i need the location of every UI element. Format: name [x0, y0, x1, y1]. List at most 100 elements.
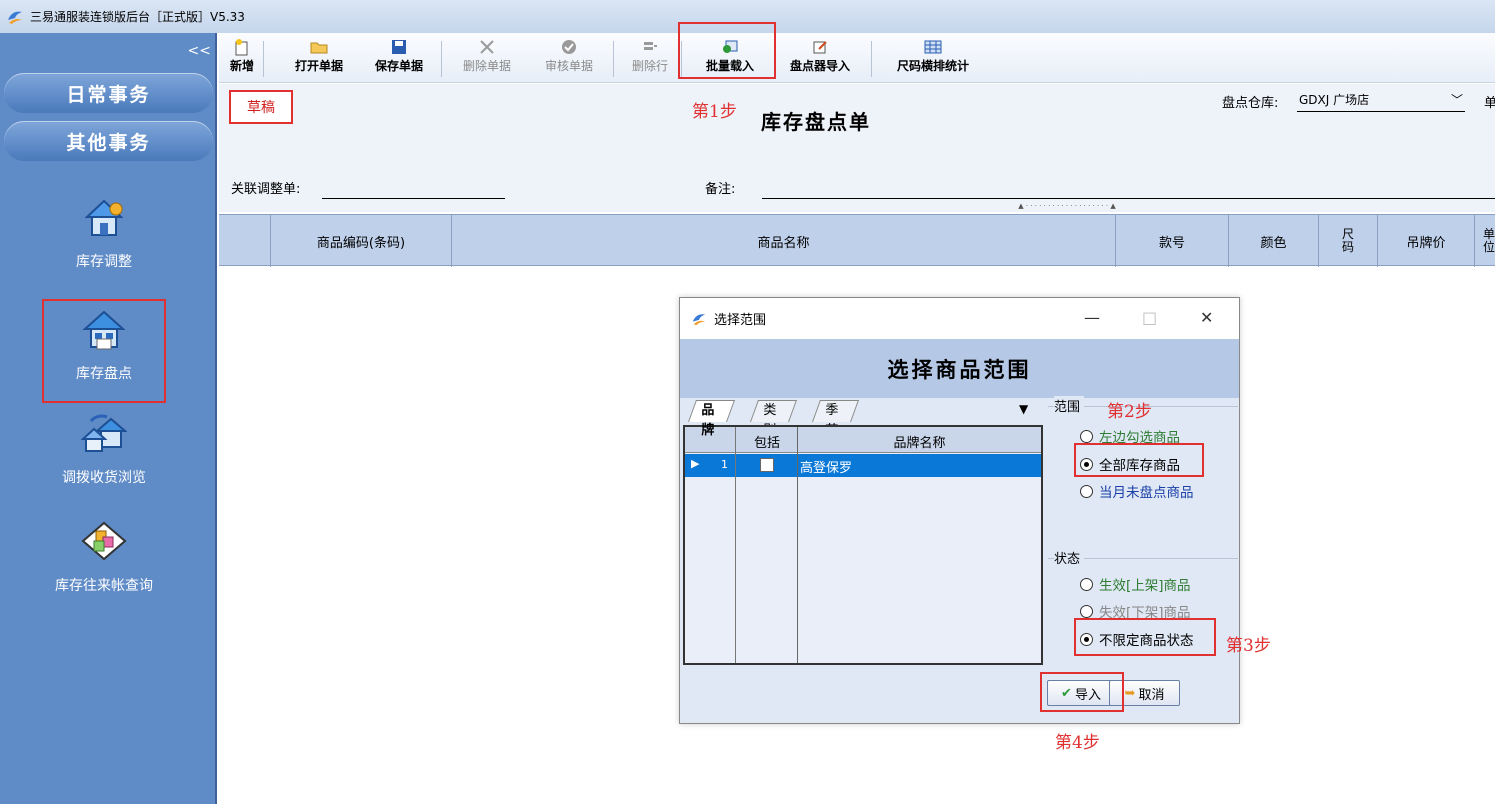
- size-stats-label: 尺码横排统计: [896, 59, 969, 73]
- delete-document-button[interactable]: 删除单据: [455, 37, 519, 81]
- column-header-name[interactable]: 商品名称: [451, 215, 1115, 267]
- warehouse-select[interactable]: GDXJ 广场店 ﹀: [1297, 90, 1465, 112]
- sidebar-item-label: 库存盘点: [76, 366, 132, 382]
- cancel-arrow-icon: ➥: [1124, 685, 1136, 701]
- toolbar: 新增 打开单据 保存单据 删除单据 审核单据 删除行 批量载入 盘点器导入 尺码…: [219, 33, 1495, 83]
- row-index: 1: [721, 458, 728, 471]
- table-row[interactable]: ▶ 1 高登保罗: [685, 454, 1041, 477]
- counter-import-label: 盘点器导入: [789, 59, 850, 73]
- brand-name-cell: 高登保罗: [800, 461, 853, 476]
- audit-document-button[interactable]: 审核单据: [537, 37, 601, 81]
- radio-button: [1080, 484, 1093, 498]
- toolbar-divider: [263, 41, 264, 77]
- toolbar-divider: [441, 41, 442, 77]
- include-checkbox[interactable]: [760, 458, 774, 472]
- page-title: 库存盘点单: [761, 110, 871, 134]
- radio-button: [1080, 604, 1093, 618]
- column-header-size-label: 尺码: [1341, 227, 1354, 254]
- warehouse-label: 盘点仓库:: [1222, 96, 1279, 111]
- minimize-icon[interactable]: —: [1084, 308, 1100, 327]
- sidebar-item-label: 调拨收货浏览: [62, 470, 146, 486]
- radio-label: 当月未盘点商品: [1099, 485, 1194, 501]
- brand-grid-header: 包括 品牌名称: [685, 427, 1041, 453]
- counter-import-button[interactable]: 盘点器导入: [781, 37, 859, 81]
- dialog-banner: 选择商品范围: [680, 339, 1239, 398]
- section-daily-tasks[interactable]: 日常事务: [4, 73, 213, 113]
- chevron-down-icon: ﹀: [1450, 93, 1463, 107]
- radio-unchecked-this-month[interactable]: 当月未盘点商品: [1080, 481, 1194, 501]
- maximize-icon: □: [1142, 308, 1158, 327]
- folder-open-icon: [287, 37, 351, 57]
- toolbar-divider: [871, 41, 872, 77]
- step3-highlight-box: [1074, 618, 1216, 656]
- column-header-unit-label: 单位: [1483, 227, 1495, 254]
- select-range-dialog: 选择范围 — □ ✕ 选择商品范围 品牌 类别 季节 ▼ 包括 品牌名称 ▶ 1…: [679, 297, 1240, 724]
- delete-x-icon: [455, 37, 519, 57]
- column-header-style[interactable]: 款号: [1115, 215, 1228, 267]
- sidebar: << 日常事务 其他事务 库存调整 库存盘点 调拨收货浏览 库存往来帐查询: [0, 33, 217, 804]
- status-badge: 草稿: [229, 90, 293, 124]
- cancel-button-label: 取消: [1138, 687, 1165, 703]
- sidebar-item-stocktake[interactable]: 库存盘点: [42, 299, 166, 403]
- house-stocktake-icon: [82, 310, 126, 350]
- step3-annotation: 第3步: [1226, 636, 1271, 656]
- app-logo-icon: [8, 11, 22, 24]
- open-document-label: 打开单据: [294, 59, 343, 73]
- column-header-size[interactable]: 尺码: [1318, 215, 1377, 267]
- house-transfer-icon: [80, 414, 128, 452]
- close-icon[interactable]: ✕: [1200, 308, 1213, 327]
- items-grid-header: 商品编码(条码) 商品名称 款号 颜色 尺码 吊牌价 单位: [219, 214, 1495, 267]
- delete-document-label: 删除单据: [462, 59, 511, 73]
- grid-divider: [797, 427, 798, 663]
- sidebar-item-label: 库存调整: [76, 254, 132, 270]
- new-button-label: 新增: [229, 59, 254, 73]
- tab-brand[interactable]: 品牌: [687, 400, 736, 438]
- sidebar-item-transfer-receipt[interactable]: 调拨收货浏览: [42, 411, 166, 487]
- sidebar-item-stock-adjust[interactable]: 库存调整: [42, 195, 166, 271]
- column-header-unit[interactable]: 单位: [1474, 215, 1495, 267]
- step4-annotation: 第4步: [1055, 733, 1100, 753]
- column-header-color[interactable]: 颜色: [1228, 215, 1318, 267]
- column-header-tag-price[interactable]: 吊牌价: [1377, 215, 1474, 267]
- tab-brand-label: 品牌: [701, 403, 715, 438]
- related-adjustment-field[interactable]: [322, 198, 505, 199]
- table-grid-icon: [885, 37, 981, 57]
- column-header-code[interactable]: 商品编码(条码): [270, 215, 451, 267]
- tab-category[interactable]: 类别: [749, 400, 798, 438]
- new-button[interactable]: 新增: [227, 37, 257, 81]
- window-title: 三易通服装连锁版后台［正式版］V5.33: [30, 10, 245, 24]
- radio-button: [1080, 429, 1093, 443]
- radio-active-items[interactable]: 生效[上架]商品: [1080, 574, 1191, 594]
- collapse-sidebar-button[interactable]: <<: [188, 43, 211, 59]
- open-document-button[interactable]: 打开单据: [287, 37, 351, 81]
- splitter-handle[interactable]: ▲ · · · · · · · · · · · · · · · · · · · …: [999, 202, 1135, 210]
- save-document-button[interactable]: 保存单据: [367, 37, 431, 81]
- delete-row-button[interactable]: 删除行: [625, 37, 675, 81]
- related-adjustment-label: 关联调整单:: [231, 182, 301, 197]
- range-group-label: 范围: [1054, 396, 1085, 415]
- tab-menu-icon[interactable]: ▼: [1019, 402, 1028, 416]
- radio-button: [1080, 577, 1093, 591]
- house-adjust-icon: [84, 199, 124, 236]
- document-no-label: 单: [1484, 96, 1495, 111]
- remark-field[interactable]: [762, 198, 1495, 199]
- floppy-disk-icon: [367, 37, 431, 57]
- sidebar-item-label: 库存往来帐查询: [55, 578, 153, 594]
- toolbar-divider: [613, 41, 614, 77]
- brand-grid: 包括 品牌名称 ▶ 1 高登保罗: [683, 425, 1043, 665]
- delete-row-label: 删除行: [631, 59, 668, 73]
- sidebar-item-stock-ledger[interactable]: 库存往来帐查询: [42, 519, 166, 595]
- section-other-tasks[interactable]: 其他事务: [4, 121, 213, 161]
- step4-highlight-box: [1040, 672, 1124, 712]
- dialog-title-bar: 选择范围 — □ ✕: [680, 298, 1239, 339]
- step1-annotation: 第1步: [692, 102, 737, 122]
- step2-highlight-box: [1074, 443, 1204, 477]
- stocktake-form-header: 草稿 库存盘点单 盘点仓库: GDXJ 广场店 ﹀ 单 关联调整单: 备注: ▲…: [219, 84, 1495, 212]
- column-header-include: 包括: [753, 436, 780, 451]
- size-stats-button[interactable]: 尺码横排统计: [885, 37, 981, 81]
- audit-document-label: 审核单据: [544, 59, 593, 73]
- boxes-ledger-icon: [81, 521, 127, 561]
- tab-season[interactable]: 季节: [811, 400, 860, 438]
- dialog-title: 选择范围: [714, 313, 767, 328]
- step1-highlight-box: [678, 22, 776, 79]
